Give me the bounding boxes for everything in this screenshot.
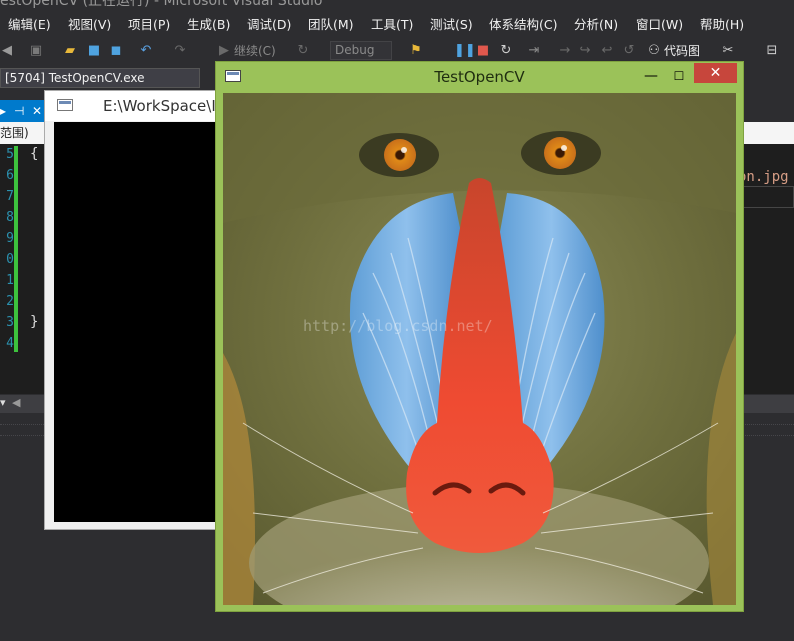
dropdown-icon[interactable]: ▸ <box>0 102 6 120</box>
line-number: 8 <box>6 210 14 225</box>
menu-window[interactable]: 窗口(W) <box>636 12 683 38</box>
opencv-window[interactable]: TestOpenCV — ☐ ✕ http://blog.csdn.net/ <box>215 61 744 612</box>
minimize-button[interactable]: — <box>640 66 662 86</box>
maximize-button[interactable]: ☐ <box>668 66 690 86</box>
line-number: 5 <box>6 147 14 162</box>
back-nav-icon[interactable]: ◀ <box>0 42 14 60</box>
mandrill-image: http://blog.csdn.net/ <box>223 93 736 605</box>
find-icon[interactable]: ⚑ <box>408 42 424 60</box>
scope-label: 范围) <box>0 122 46 144</box>
opencv-window-title: TestOpenCV <box>434 68 525 86</box>
line-number: 7 <box>6 189 14 204</box>
desktop: estOpenCV (正在运行) - Microsoft Visual Stud… <box>0 0 794 641</box>
scope-bar-right <box>740 122 794 144</box>
show-next-statement-icon[interactable]: ⇥ <box>526 42 542 60</box>
line-number: 3 <box>6 315 14 330</box>
save-all-icon[interactable]: ◼ <box>108 42 124 60</box>
tools-icon[interactable]: ✂ <box>720 42 736 60</box>
new-project-icon[interactable]: ▣ <box>28 42 44 60</box>
code-map-icon[interactable]: ⚇ <box>646 42 662 60</box>
change-tracking-bar <box>14 146 18 352</box>
line-numbers: 5 6 7 8 9 0 1 2 3 4 <box>0 144 14 354</box>
process-select[interactable]: [5704] TestOpenCV.exe <box>0 68 200 88</box>
menu-architecture[interactable]: 体系结构(C) <box>489 12 557 38</box>
code-brace-close: } <box>30 314 39 330</box>
line-number: 2 <box>6 294 14 309</box>
dropdown-icon[interactable]: ▾ <box>0 396 6 409</box>
undo-icon[interactable]: ↶ <box>138 42 154 60</box>
pin-icon[interactable]: ⊣ <box>14 102 24 120</box>
restart-icon[interactable]: ↻ <box>498 42 514 60</box>
save-icon[interactable]: ■ <box>86 42 102 60</box>
vs-title-bar: estOpenCV (正在运行) - Microsoft Visual Stud… <box>0 0 323 9</box>
step-out-icon[interactable]: ↩ <box>600 42 614 60</box>
line-number: 9 <box>6 231 14 246</box>
console-output[interactable] <box>54 122 229 522</box>
menu-project[interactable]: 项目(P) <box>128 12 170 38</box>
menu-tools[interactable]: 工具(T) <box>371 12 413 38</box>
line-number: 1 <box>6 273 14 288</box>
menu-debug[interactable]: 调试(D) <box>247 12 291 38</box>
config-select[interactable]: Debug <box>330 41 392 60</box>
stop-icon[interactable]: ■ <box>476 42 490 60</box>
pause-icon[interactable]: ❚❚ <box>454 42 476 60</box>
continue-icon[interactable]: ▶ <box>218 42 230 60</box>
step-back-icon[interactable]: ↺ <box>622 42 636 60</box>
menu-help[interactable]: 帮助(H) <box>700 12 744 38</box>
tool-window-tab: ▸ ⊣ ✕ <box>0 100 46 122</box>
open-folder-icon[interactable]: ▰ <box>62 42 78 60</box>
blog-watermark: http://blog.csdn.net/ <box>303 317 493 335</box>
step-into-icon[interactable]: → <box>558 42 572 60</box>
code-brace-open: { <box>30 146 39 162</box>
menu-edit[interactable]: 编辑(E) <box>8 12 51 38</box>
line-number: 6 <box>6 168 14 183</box>
vs-menu-bar: 编辑(E) 视图(V) 项目(P) 生成(B) 调试(D) 团队(M) 工具(T… <box>0 12 794 38</box>
console-window[interactable]: E:\WorkSpace\I <box>44 90 235 530</box>
console-title-bar[interactable]: E:\WorkSpace\I <box>45 91 235 121</box>
code-text-fragment: on.jpg <box>738 169 789 185</box>
menu-analyze[interactable]: 分析(N) <box>574 12 618 38</box>
menu-view[interactable]: 视图(V) <box>68 12 111 38</box>
opencv-title-bar[interactable]: TestOpenCV — ☐ ✕ <box>216 62 743 91</box>
refresh-icon[interactable]: ↻ <box>296 42 310 60</box>
mandrill-illustration <box>223 93 736 605</box>
console-title: E:\WorkSpace\I <box>103 97 216 115</box>
line-number: 4 <box>6 336 14 351</box>
menu-build[interactable]: 生成(B) <box>187 12 230 38</box>
menu-test[interactable]: 测试(S) <box>430 12 473 38</box>
layout-icon[interactable]: ⊟ <box>764 42 780 60</box>
menu-team[interactable]: 团队(M) <box>308 12 354 38</box>
line-number: 0 <box>6 252 14 267</box>
close-button[interactable]: ✕ <box>694 63 737 83</box>
code-map-button[interactable]: 代码图 <box>664 42 700 60</box>
current-line-highlight <box>740 186 794 208</box>
step-over-icon[interactable]: ↪ <box>578 42 592 60</box>
close-tab-icon[interactable]: ✕ <box>32 102 42 120</box>
continue-button[interactable]: 继续(C) <box>234 42 276 60</box>
console-app-icon <box>57 99 73 111</box>
redo-icon[interactable]: ↷ <box>172 42 188 60</box>
scroll-left-icon[interactable]: ◀ <box>12 396 20 409</box>
